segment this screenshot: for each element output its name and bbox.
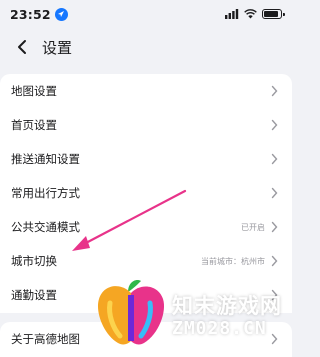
- back-button[interactable]: [12, 37, 32, 57]
- settings-item-city[interactable]: 城市切换 当前城市：杭州市: [0, 244, 292, 278]
- chevron-right-icon: [271, 333, 278, 345]
- chevron-right-icon: [271, 255, 278, 267]
- status-time: 23:52: [10, 6, 51, 22]
- chevron-left-icon: [18, 40, 26, 54]
- settings-item-map[interactable]: 地图设置: [0, 74, 292, 108]
- settings-item-travel-mode[interactable]: 常用出行方式: [0, 176, 292, 210]
- settings-item-label: 常用出行方式: [11, 186, 80, 200]
- settings-item-label: 通勤设置: [11, 288, 57, 302]
- settings-item-label: 关于高德地图: [11, 332, 80, 346]
- battery-icon: [262, 9, 285, 19]
- watermark-url: ZM028.CN: [172, 318, 267, 339]
- signal-icon: [225, 9, 239, 19]
- current-city: 当前城市：杭州市: [201, 256, 265, 266]
- chevron-right-icon: [271, 85, 278, 97]
- status-icons: [225, 9, 285, 19]
- watermark-text: 知末游戏网: [172, 294, 282, 318]
- wifi-icon: [244, 9, 257, 19]
- status-bar: 23:52: [0, 0, 292, 28]
- settings-item-label: 公共交通模式: [11, 220, 80, 234]
- chevron-right-icon: [271, 153, 278, 165]
- settings-item-label: 首页设置: [11, 118, 57, 132]
- chevron-right-icon: [271, 119, 278, 131]
- settings-item-home[interactable]: 首页设置: [0, 108, 292, 142]
- settings-item-label: 城市切换: [11, 254, 57, 268]
- settings-item-transit[interactable]: 公共交通模式 已开启: [0, 210, 292, 244]
- page-title: 设置: [42, 38, 73, 57]
- chevron-right-icon: [271, 187, 278, 199]
- battery-level: [264, 11, 278, 17]
- settings-item-label: 地图设置: [11, 84, 57, 98]
- settings-card: 地图设置 首页设置 推送通知设置 常用出行方式 公共交通模式 已开启 城市切换 …: [0, 74, 292, 313]
- location-icon: [54, 7, 68, 21]
- chevron-right-icon: [271, 221, 278, 233]
- settings-item-label: 推送通知设置: [11, 152, 80, 166]
- transit-status: 已开启: [241, 222, 265, 232]
- header: 设置: [0, 28, 292, 66]
- settings-item-push[interactable]: 推送通知设置: [0, 142, 292, 176]
